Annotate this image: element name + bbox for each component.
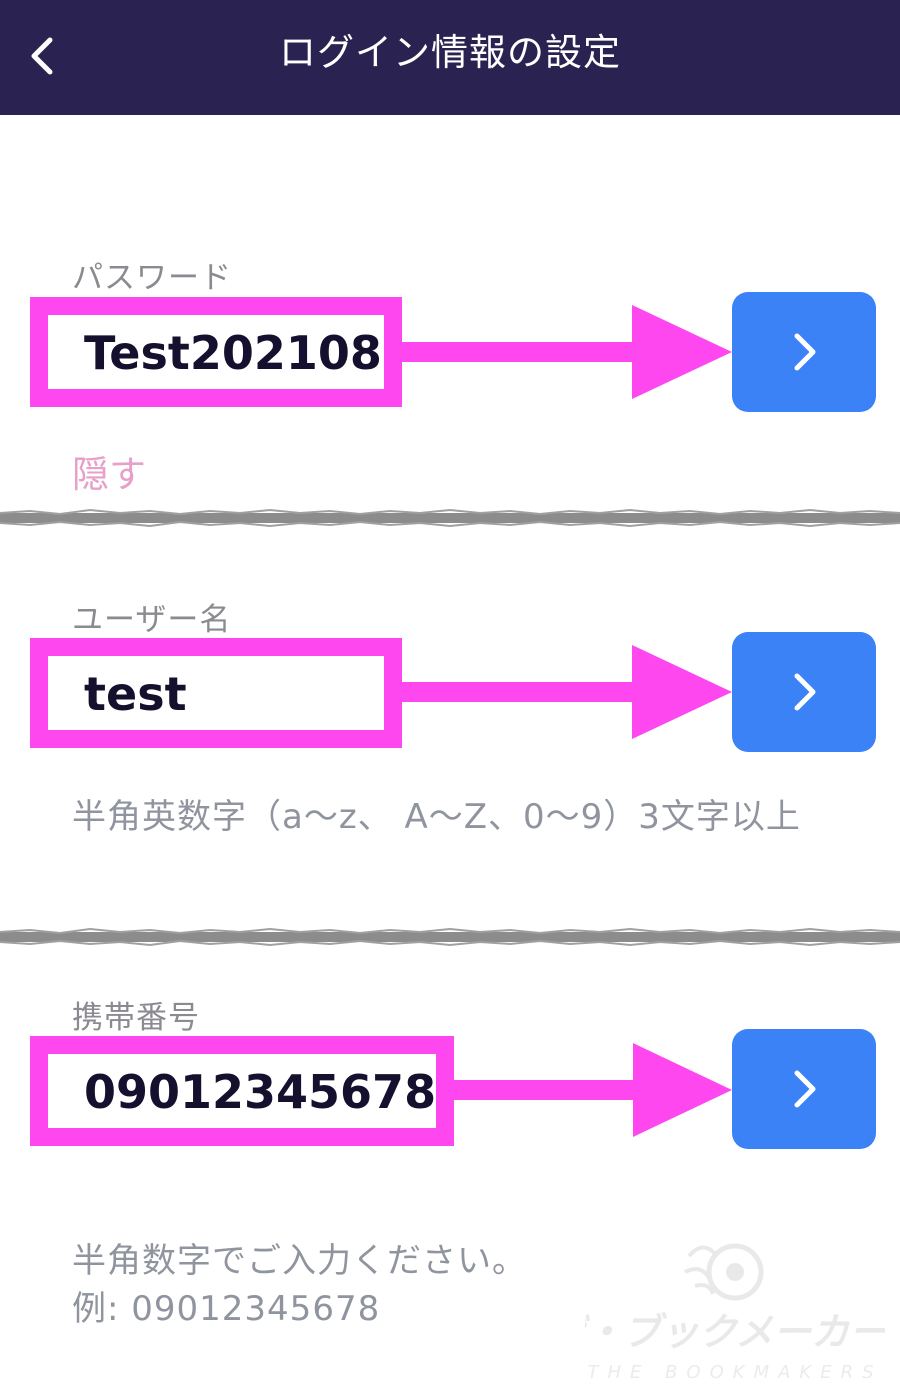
chevron-right-icon <box>794 673 816 711</box>
phone-value: 09012345678 <box>84 1065 437 1119</box>
password-value: Test202108 <box>84 326 382 380</box>
username-hint: 半角英数字（a〜z、 A〜Z、0〜9）3文字以上 <box>72 797 801 837</box>
hide-password-link[interactable]: 隠す <box>72 444 146 498</box>
page-title: ログイン情報の設定 <box>279 31 621 74</box>
section-divider <box>0 509 900 527</box>
watermark-logo: ザ・ブックメーカーズ THE BOOKMAKERS <box>585 1243 885 1383</box>
highlight-arrow-icon <box>400 305 732 399</box>
section-divider <box>0 928 900 946</box>
password-edit-button[interactable] <box>732 292 876 412</box>
highlight-arrow-icon <box>400 645 732 739</box>
username-value: test <box>84 667 187 721</box>
chevron-right-icon <box>794 1070 816 1108</box>
app-header: ログイン情報の設定 <box>0 0 900 115</box>
highlight-arrow-icon <box>452 1043 732 1137</box>
password-value-highlight: Test202108 <box>30 297 402 407</box>
password-label: パスワード <box>72 260 232 296</box>
phone-label: 携帯番号 <box>72 1000 200 1036</box>
phone-value-highlight: 09012345678 <box>30 1036 454 1146</box>
username-value-highlight: test <box>30 638 402 748</box>
username-label: ユーザー名 <box>72 602 232 638</box>
username-edit-button[interactable] <box>732 632 876 752</box>
watermark-text-en: THE BOOKMAKERS <box>587 1362 882 1383</box>
phone-edit-button[interactable] <box>732 1029 876 1149</box>
chevron-right-icon <box>794 333 816 371</box>
watermark-text-jp: ザ・ブックメーカーズ <box>585 1310 885 1354</box>
